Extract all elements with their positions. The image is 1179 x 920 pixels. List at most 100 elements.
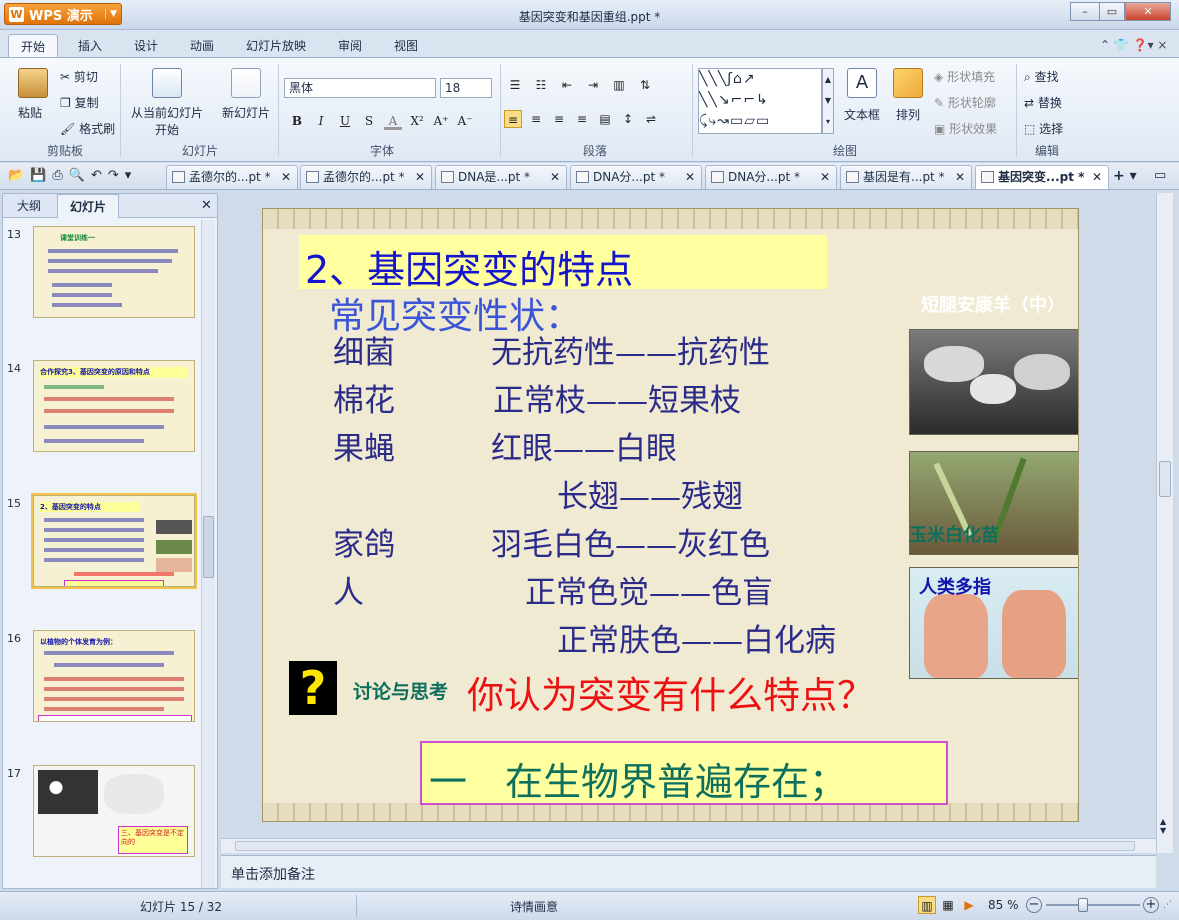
maximize-button[interactable]: ▭ — [1099, 2, 1125, 21]
notes-pane[interactable]: 单击添加备注 — [221, 855, 1156, 888]
underline-icon[interactable]: U — [336, 112, 354, 130]
close-tab-icon[interactable]: ✕ — [415, 166, 425, 188]
close-tab-icon[interactable]: ✕ — [1092, 166, 1102, 188]
from-current-slide-button[interactable]: 从当前幻灯片 开始 — [130, 68, 204, 138]
horizontal-scrollbar[interactable] — [221, 838, 1156, 853]
scroll-arrows-icon[interactable]: ▲ ▼ — [1160, 817, 1166, 835]
find-button[interactable]: ⌕ 查找 — [1024, 68, 1059, 85]
slide-thumbnail[interactable]: 以植物的个体发育为例： — [33, 630, 195, 722]
zoom-out-button[interactable]: − — [1026, 897, 1042, 913]
format-painter-button[interactable]: 🖌 格式刷 — [60, 120, 115, 137]
align-right-icon[interactable]: ≡ — [550, 110, 568, 128]
align-center-icon[interactable]: ≡ — [527, 110, 545, 128]
print-icon[interactable]: ⎙ — [52, 168, 62, 183]
font-name-select[interactable]: 黑体 — [284, 78, 436, 98]
save-icon[interactable]: 💾 — [30, 168, 46, 183]
close-window-button[interactable]: ✕ — [1125, 2, 1171, 21]
superscript-icon[interactable]: X² — [408, 112, 426, 130]
close-tab-icon[interactable]: ✕ — [820, 166, 830, 188]
doc-tab[interactable]: 基因是有...pt * ✕ — [840, 165, 972, 189]
close-tab-icon[interactable]: ✕ — [955, 166, 965, 188]
decrease-indent-icon[interactable]: ⇤ — [558, 76, 576, 94]
zoom-in-button[interactable]: + — [1143, 897, 1159, 913]
ppt-file-icon — [306, 171, 319, 183]
italic-icon[interactable]: I — [312, 112, 330, 130]
text-direction-icon[interactable]: ⇅ — [636, 76, 654, 94]
paragraph-align-icon[interactable]: ⇌ — [642, 110, 660, 128]
bold-icon[interactable]: B — [288, 112, 306, 130]
slide-thumbnail[interactable]: 课堂训练一 — [33, 226, 195, 318]
vertical-scroll-thumb[interactable] — [1159, 461, 1171, 497]
panel-scrollbar[interactable] — [201, 220, 215, 888]
doc-tab[interactable]: DNA分...pt * ✕ — [570, 165, 702, 189]
new-slide-button[interactable]: 新幻灯片 — [218, 68, 274, 121]
doc-tab[interactable]: DNA是...pt * ✕ — [435, 165, 567, 189]
new-tab-button[interactable]: + ▾ — [1113, 168, 1137, 184]
font-color-icon[interactable]: A — [384, 112, 402, 130]
customize-toolbar-icon[interactable]: ▾ — [125, 168, 132, 183]
close-tab-icon[interactable]: ✕ — [281, 166, 291, 188]
bullets-icon[interactable]: ☰ — [506, 76, 524, 94]
undo-icon[interactable]: ↶ — [91, 168, 102, 183]
align-left-icon[interactable]: ≡ — [504, 110, 522, 128]
doc-tab[interactable]: DNA分...pt * ✕ — [705, 165, 837, 189]
text-shadow-icon[interactable]: S — [360, 112, 378, 130]
line-spacing-icon[interactable]: ↕ — [619, 110, 637, 128]
slide-thumbnail-selected[interactable]: 2、基因突变的特点 — [31, 493, 197, 589]
cut-button[interactable]: ✂ 剪切 — [60, 68, 98, 85]
doc-tab[interactable]: 孟德尔的...pt * ✕ — [166, 165, 298, 189]
vertical-scrollbar[interactable]: ▲ ▼ — [1156, 193, 1173, 853]
replace-button[interactable]: ⇄ 替换 — [1024, 94, 1062, 111]
panel-scroll-thumb[interactable] — [203, 516, 214, 578]
slideshow-icon[interactable]: ▶ — [960, 896, 978, 914]
redo-icon[interactable]: ↷ — [108, 168, 119, 183]
tab-review[interactable]: 审阅 — [326, 34, 374, 58]
doc-tab-active[interactable]: 基因突变...pt * ✕ — [975, 165, 1109, 189]
tab-slideshow[interactable]: 幻灯片放映 — [234, 34, 318, 58]
numbering-icon[interactable]: ☷ — [532, 76, 550, 94]
shapes-gallery[interactable]: ╲╲╲ʃ⌂↗ ╲╲↘⌐⌐↳ ⤹⤷↝▭▱▭ — [698, 68, 822, 134]
font-size-select[interactable]: 18 — [440, 78, 492, 98]
increase-indent-icon[interactable]: ⇥ — [584, 76, 602, 94]
horizontal-scroll-thumb[interactable] — [235, 841, 1135, 851]
tab-home[interactable]: 开始 — [8, 34, 59, 58]
open-folder-icon[interactable]: 📂 — [8, 168, 24, 183]
minimize-button[interactable]: – — [1070, 2, 1100, 21]
zoom-slider-track[interactable] — [1046, 904, 1140, 906]
slide-number: 16 — [7, 632, 21, 645]
doc-tab[interactable]: 孟德尔的...pt * ✕ — [300, 165, 432, 189]
slide-thumbnail[interactable]: 三、基因突变是不定向的 — [33, 765, 195, 857]
slide-canvas[interactable]: 2、基因突变的特点 常见突变性状： 细菌 无抗药性——抗药性 棉花 正常枝——短… — [262, 208, 1079, 822]
justify-icon[interactable]: ≡ — [573, 110, 591, 128]
tab-list-icon[interactable]: ▭ — [1154, 168, 1166, 183]
close-tab-icon[interactable]: ✕ — [685, 166, 695, 188]
textbox-button[interactable]: A 文本框 — [842, 68, 882, 123]
tab-slides[interactable]: 幻灯片 — [57, 194, 120, 218]
shrink-font-icon[interactable]: A⁻ — [456, 112, 474, 130]
print-preview-icon[interactable]: 🔍 — [69, 168, 85, 183]
shape-fill-button[interactable]: ◈ 形状填充 — [934, 68, 995, 85]
shapes-gallery-scroll[interactable]: ▲ ▼ ▾ — [822, 68, 834, 134]
normal-view-icon[interactable]: ▥ — [918, 896, 936, 914]
paste-button[interactable]: 粘贴 — [18, 68, 48, 121]
close-tab-icon[interactable]: ✕ — [550, 166, 560, 188]
slide-counter: 幻灯片 15 / 32 — [140, 900, 223, 914]
tab-animation[interactable]: 动画 — [178, 34, 226, 58]
shape-outline-button[interactable]: ✎ 形状轮廓 — [934, 94, 996, 111]
arrange-button[interactable]: 排列 — [888, 68, 928, 123]
copy-button[interactable]: ❐ 复制 — [60, 94, 99, 111]
tab-design[interactable]: 设计 — [122, 34, 170, 58]
slide-sorter-icon[interactable]: ▦ — [939, 896, 957, 914]
distribute-icon[interactable]: ▤ — [596, 110, 614, 128]
shape-effect-button[interactable]: ▣ 形状效果 — [934, 120, 997, 137]
grow-font-icon[interactable]: A⁺ — [432, 112, 450, 130]
ribbon-help-icons[interactable]: ⌃ 👕 ❓▾ × — [1100, 38, 1167, 52]
close-panel-icon[interactable]: ✕ — [201, 198, 212, 213]
zoom-slider-thumb[interactable] — [1078, 898, 1088, 912]
tab-outline[interactable]: 大纲 — [5, 194, 53, 218]
select-button[interactable]: ⬚ 选择 — [1024, 120, 1063, 137]
slide-thumbnail[interactable]: 合作探究3、基因突变的原因和特点 — [33, 360, 195, 452]
tab-view[interactable]: 视图 — [382, 34, 430, 58]
columns-icon[interactable]: ▥ — [610, 76, 628, 94]
tab-insert[interactable]: 插入 — [66, 34, 114, 58]
